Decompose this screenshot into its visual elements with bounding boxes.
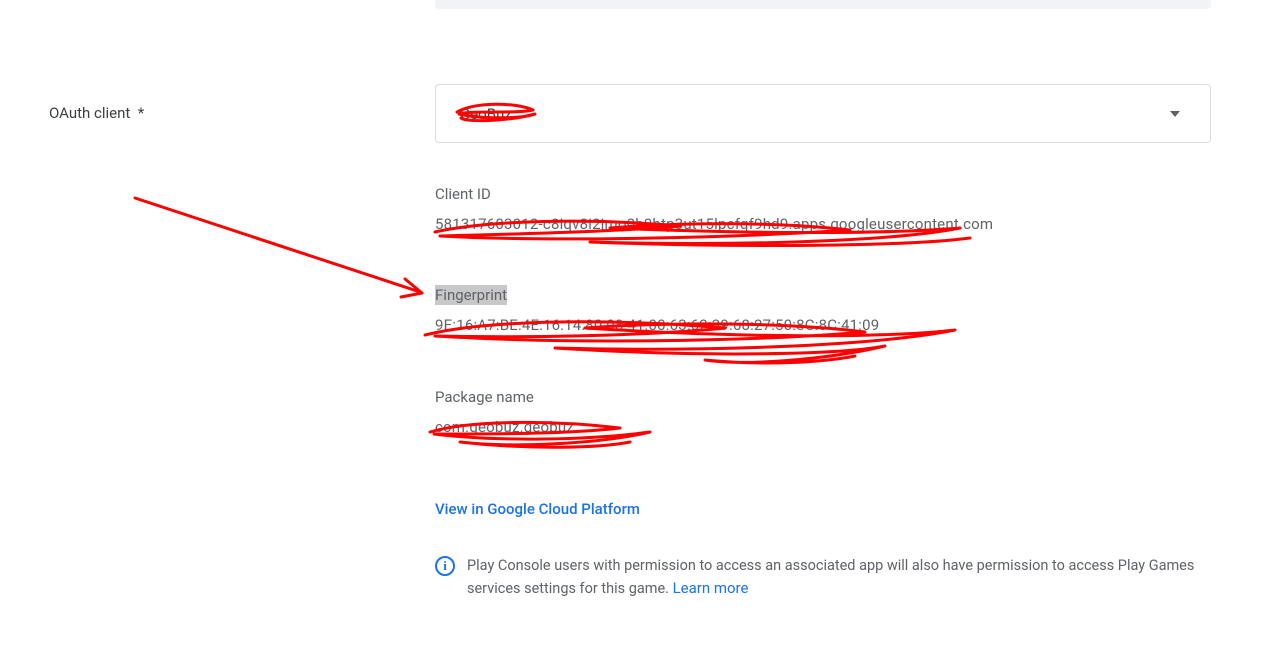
learn-more-link[interactable]: Learn more <box>673 579 749 597</box>
oauth-client-label-text: OAuth client <box>49 104 130 122</box>
oauth-client-label: OAuth client * <box>49 104 409 122</box>
oauth-client-select[interactable]: GeoBuz <box>435 84 1211 143</box>
fingerprint-value: 9E:16:A7:BE:4E:16:14:80:08:41:00:63:62:3… <box>435 316 1211 334</box>
package-name-label: Package name <box>435 388 1211 406</box>
view-in-gcp-link[interactable]: View in Google Cloud Platform <box>435 500 640 518</box>
oauth-client-selected-value: GeoBuz <box>460 105 1170 123</box>
permissions-notice-body: Play Console users with permission to ac… <box>467 557 1194 597</box>
client-id-value: 581317603012-c8iqv8i2jmo0h0btp3ut15lpcfq… <box>435 215 1211 233</box>
top-gray-bar <box>435 0 1211 9</box>
permissions-notice-text: Play Console users with permission to ac… <box>467 555 1211 601</box>
fingerprint-label: Fingerprint <box>435 286 1211 304</box>
info-icon: i <box>435 556 455 576</box>
package-name-value: com.geobuz.geobuz <box>435 418 1211 436</box>
required-asterisk: * <box>138 104 144 122</box>
fingerprint-label-text: Fingerprint <box>435 285 507 305</box>
permissions-notice: i Play Console users with permission to … <box>435 555 1211 601</box>
client-id-label: Client ID <box>435 185 1211 203</box>
chevron-down-icon <box>1170 111 1180 117</box>
